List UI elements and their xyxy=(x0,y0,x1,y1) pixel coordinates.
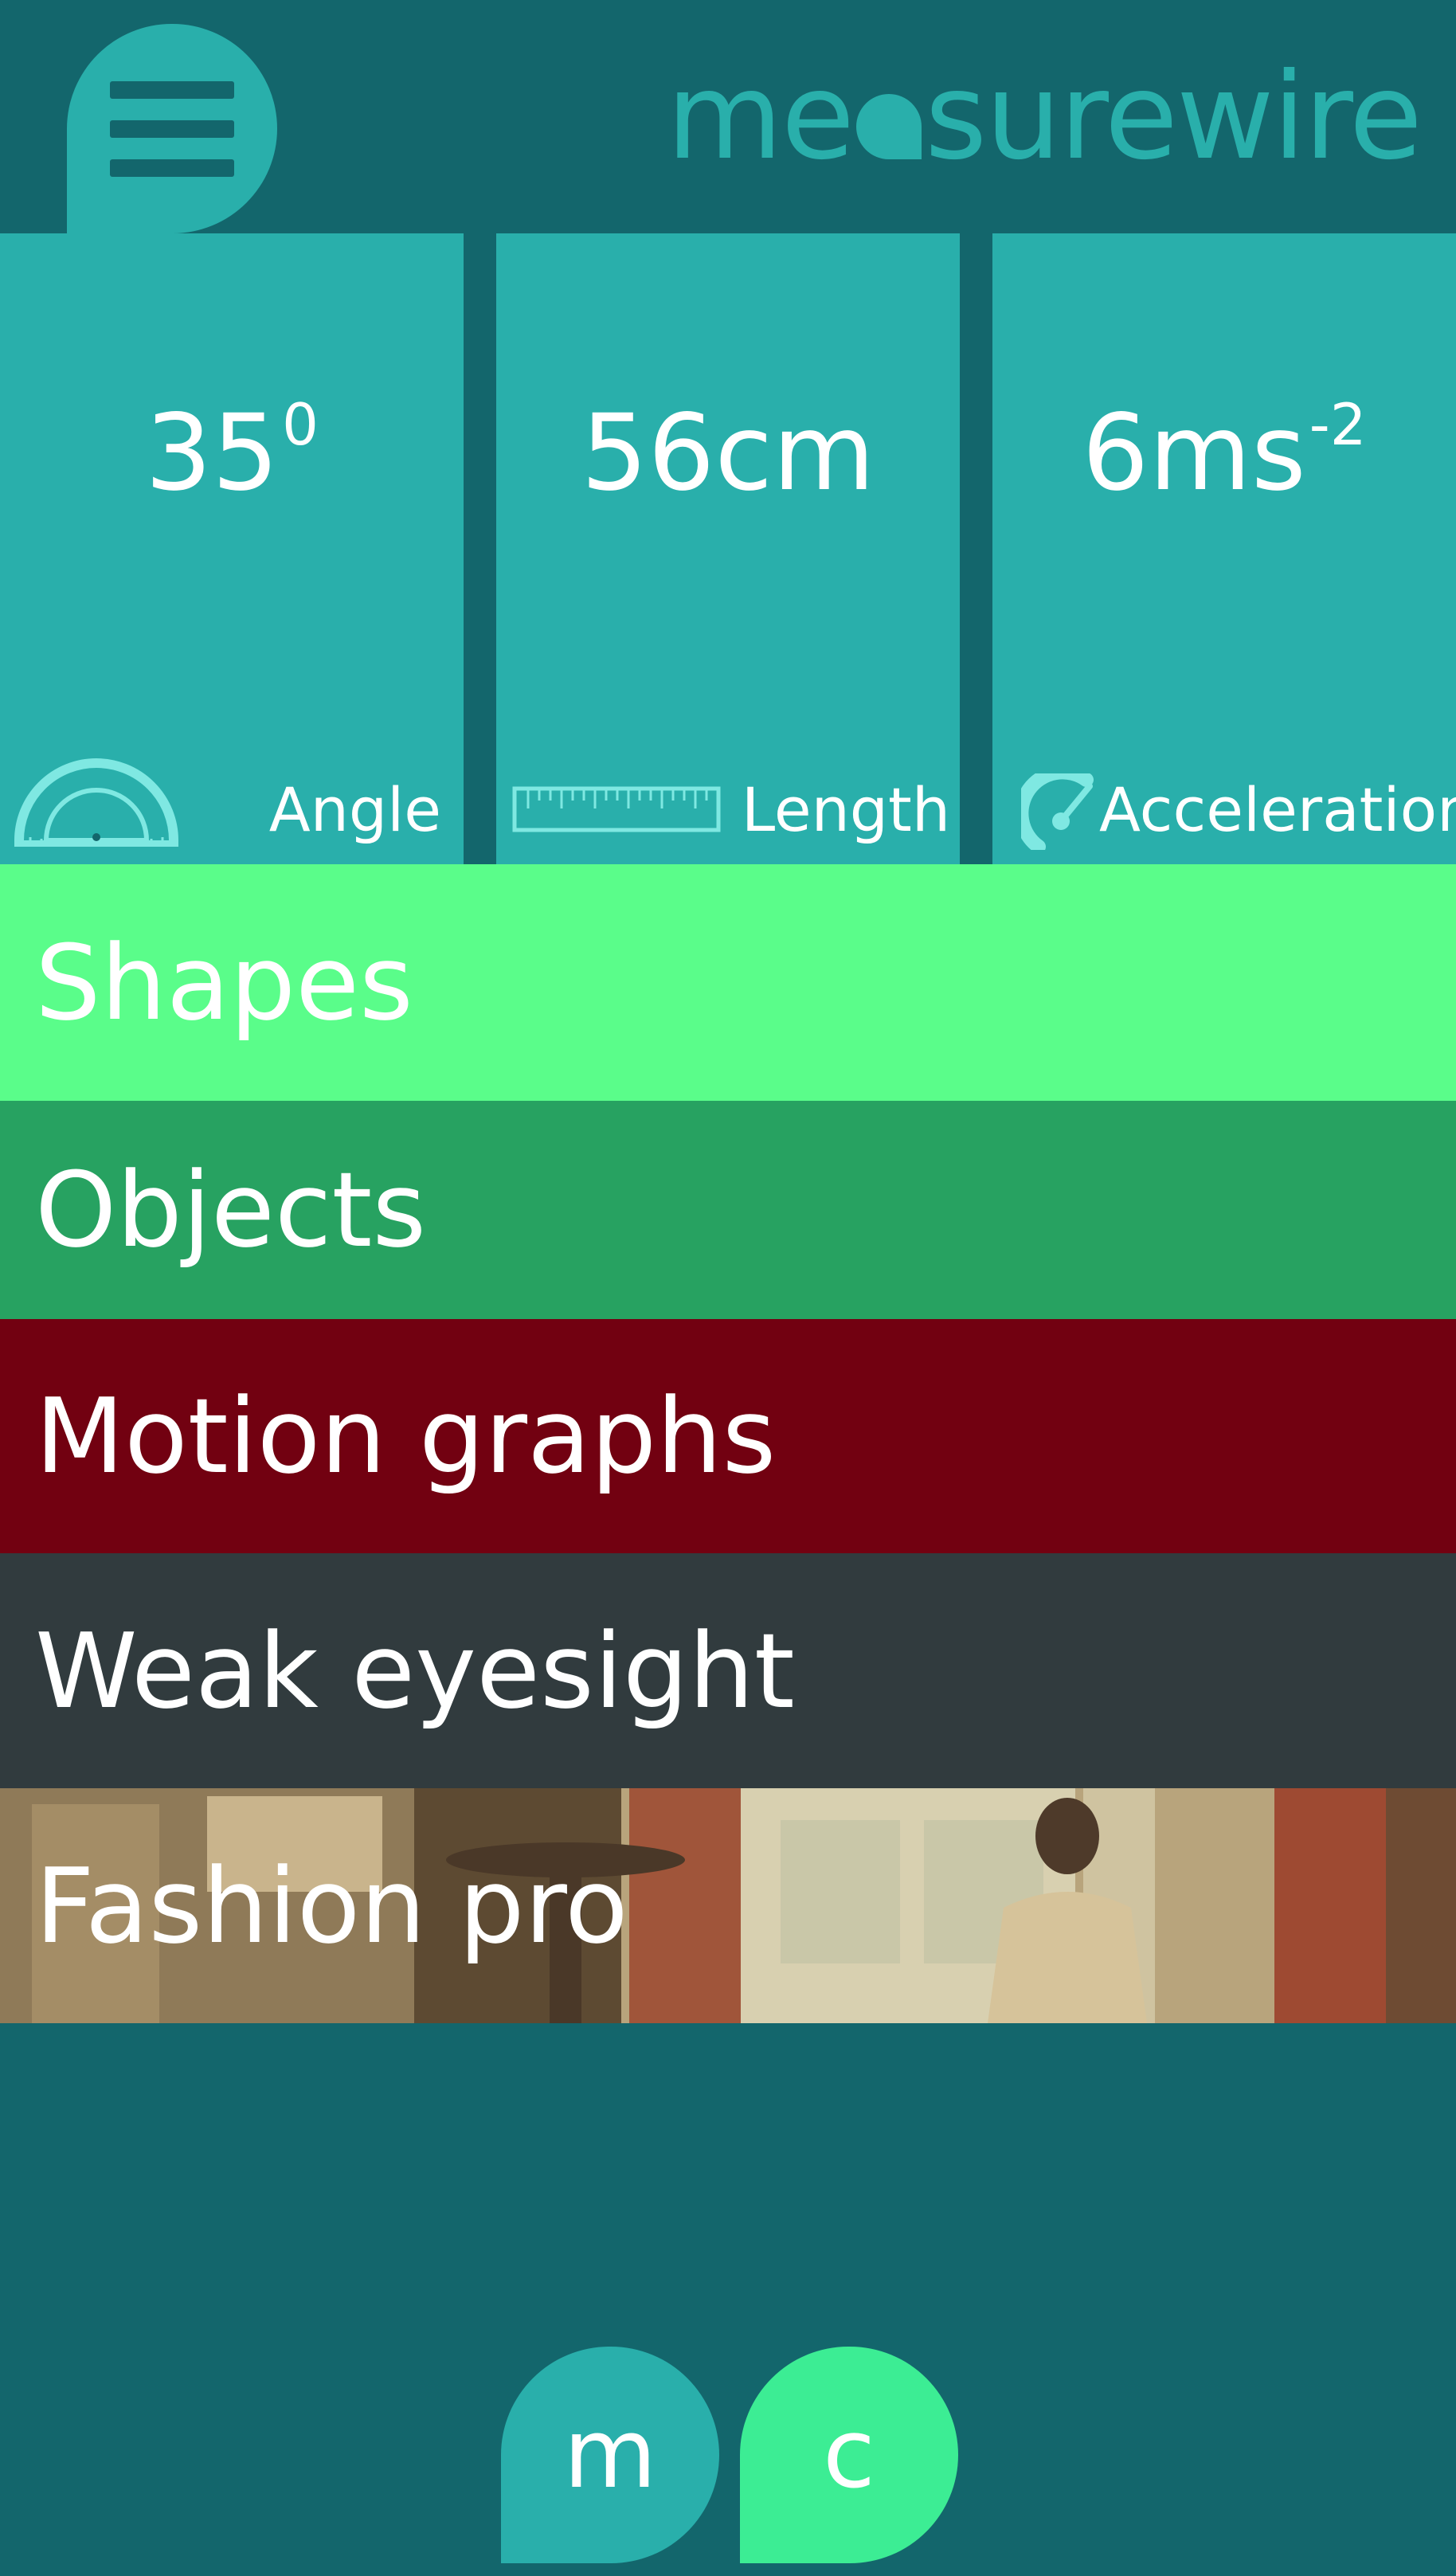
row-objects[interactable]: Objects xyxy=(0,1101,1456,1319)
row-motion-graphs[interactable]: Motion graphs xyxy=(0,1319,1456,1553)
row-fashion-pro-label: Fashion pro xyxy=(35,1845,628,1967)
app-logo: me surewire xyxy=(667,57,1423,177)
hamburger-menu-icon-bar xyxy=(110,159,234,177)
protractor-icon xyxy=(14,758,178,847)
angle-value: 350 xyxy=(0,396,464,506)
angle-value-degree: 0 xyxy=(282,391,319,458)
acceleration-value-number: 6ms xyxy=(1082,392,1306,515)
menu-button[interactable] xyxy=(67,24,277,233)
speedometer-icon xyxy=(1021,773,1094,850)
row-weak-eyesight[interactable]: Weak eyesight xyxy=(0,1553,1456,1788)
acceleration-value-exponent: -2 xyxy=(1309,391,1367,458)
app-header: me surewire xyxy=(0,0,1456,233)
row-objects-label: Objects xyxy=(35,1149,427,1270)
row-shapes[interactable]: Shapes xyxy=(0,864,1456,1101)
logo-text-left: me xyxy=(666,48,855,186)
length-value: 56cm xyxy=(496,401,960,506)
logo-text-right: surewire xyxy=(925,48,1423,186)
c-button[interactable]: c xyxy=(740,2347,958,2563)
angle-value-number: 35 xyxy=(145,392,280,515)
length-value-number: 56cm xyxy=(581,392,875,515)
tile-angle[interactable]: 350 Angle xyxy=(0,233,464,864)
hamburger-menu-icon-bar xyxy=(110,120,234,138)
row-fashion-pro[interactable]: Fashion pro xyxy=(0,1788,1456,2023)
length-label: Length xyxy=(741,774,950,845)
row-shapes-label: Shapes xyxy=(35,922,413,1043)
acceleration-value: 6ms-2 xyxy=(992,396,1456,506)
tile-length[interactable]: 56cm Length xyxy=(496,233,960,864)
hamburger-menu-icon xyxy=(110,81,234,99)
logo-dot-icon xyxy=(856,94,922,159)
m-button[interactable]: m xyxy=(501,2347,719,2563)
tile-acceleration[interactable]: 6ms-2 Acceleration xyxy=(992,233,1456,864)
measurement-tiles: 350 Angle 56cm Length 6ms-2 Acceleration xyxy=(0,233,1456,864)
row-weak-eyesight-label: Weak eyesight xyxy=(35,1610,795,1732)
acceleration-label: Acceleration xyxy=(1099,774,1456,845)
angle-label: Angle xyxy=(268,774,441,845)
ruler-icon xyxy=(512,786,721,832)
row-motion-graphs-label: Motion graphs xyxy=(35,1376,777,1497)
